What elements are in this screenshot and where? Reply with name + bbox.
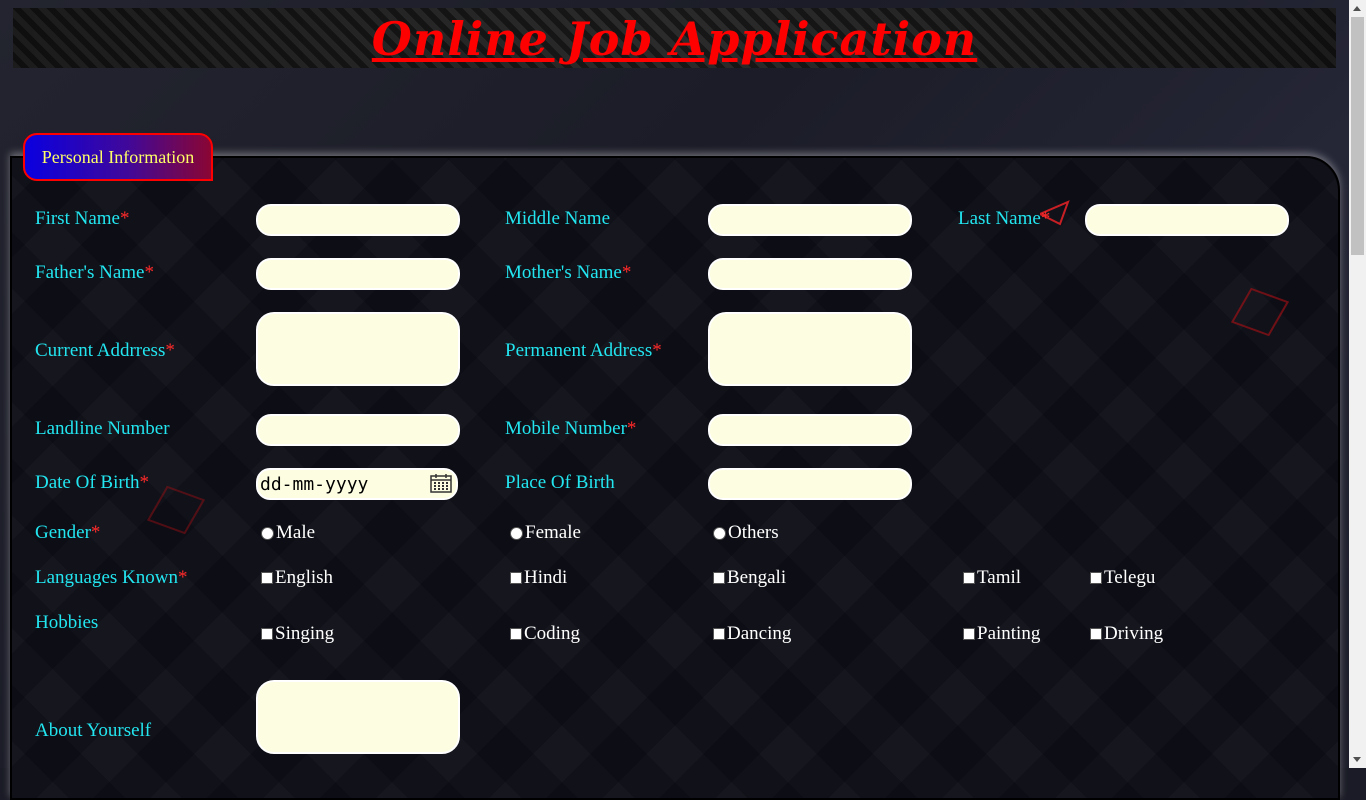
checkbox[interactable] xyxy=(963,628,975,640)
checkbox[interactable] xyxy=(261,628,273,640)
checkbox[interactable] xyxy=(510,628,522,640)
current-address-label: Current Addrress* xyxy=(35,340,175,361)
last-name-label: Last Name* xyxy=(958,208,1051,229)
checkbox[interactable] xyxy=(713,628,725,640)
first-name-input[interactable] xyxy=(256,204,460,236)
hobby-option-driving[interactable]: Driving xyxy=(1090,623,1163,645)
language-option-telegu[interactable]: Telegu xyxy=(1090,567,1155,589)
language-option-english[interactable]: English xyxy=(261,567,333,589)
current-address-textarea[interactable] xyxy=(256,312,460,386)
father-name-input[interactable] xyxy=(256,258,460,290)
language-option-tamil[interactable]: Tamil xyxy=(963,567,1021,589)
gender-option-others[interactable]: Others xyxy=(713,522,779,544)
mother-name-input[interactable] xyxy=(708,258,912,290)
calendar-icon[interactable] xyxy=(430,473,452,493)
mother-name-label: Mother's Name* xyxy=(505,262,632,283)
radio-button[interactable] xyxy=(510,526,523,540)
gender-option-male[interactable]: Male xyxy=(261,522,315,544)
last-name-input[interactable] xyxy=(1085,204,1289,236)
dob-input[interactable]: dd-mm-yyyy xyxy=(256,468,458,500)
mobile-label: Mobile Number* xyxy=(505,418,637,439)
scroll-down-arrow-icon[interactable] xyxy=(1349,751,1366,768)
gender-option-female[interactable]: Female xyxy=(510,522,581,544)
hobby-option-coding[interactable]: Coding xyxy=(510,623,580,645)
gender-label: Gender* xyxy=(35,522,101,543)
hobbies-label: Hobbies xyxy=(35,612,99,633)
languages-label: Languages Known* xyxy=(35,567,188,588)
radio-button[interactable] xyxy=(713,526,726,540)
middle-name-input[interactable] xyxy=(708,204,912,236)
radio-button[interactable] xyxy=(261,526,274,540)
dob-label: Date Of Birth* xyxy=(35,472,149,493)
checkbox[interactable] xyxy=(963,572,975,584)
checkbox[interactable] xyxy=(1090,628,1102,640)
header-banner: Online Job Application xyxy=(13,8,1336,68)
permanent-address-label: Permanent Address* xyxy=(505,340,662,361)
form-panel xyxy=(10,156,1340,800)
hobby-option-dancing[interactable]: Dancing xyxy=(713,623,791,645)
scrollbar-thumb[interactable] xyxy=(1351,17,1364,255)
about-label: About Yourself xyxy=(35,720,152,741)
middle-name-label: Middle Name xyxy=(505,208,611,229)
scroll-up-arrow-icon[interactable] xyxy=(1349,0,1366,17)
about-textarea[interactable] xyxy=(256,680,460,754)
landline-input[interactable] xyxy=(256,414,460,446)
hobby-option-painting[interactable]: Painting xyxy=(963,623,1040,645)
section-legend: Personal Information xyxy=(23,133,213,181)
dob-placeholder: dd-mm-yyyy xyxy=(260,474,369,495)
permanent-address-textarea[interactable] xyxy=(708,312,912,386)
language-option-bengali[interactable]: Bengali xyxy=(713,567,786,589)
checkbox[interactable] xyxy=(510,572,522,584)
checkbox[interactable] xyxy=(1090,572,1102,584)
vertical-scrollbar[interactable] xyxy=(1349,0,1366,768)
first-name-label: First Name* xyxy=(35,208,130,229)
language-option-hindi[interactable]: Hindi xyxy=(510,567,567,589)
place-of-birth-input[interactable] xyxy=(708,468,912,500)
place-of-birth-label: Place Of Birth xyxy=(505,472,615,493)
hobby-option-singing[interactable]: Singing xyxy=(261,623,334,645)
landline-label: Landline Number xyxy=(35,418,170,439)
page-title: Online Job Application xyxy=(371,12,978,66)
checkbox[interactable] xyxy=(713,572,725,584)
checkbox[interactable] xyxy=(261,572,273,584)
father-name-label: Father's Name* xyxy=(35,262,154,283)
mobile-input[interactable] xyxy=(708,414,912,446)
